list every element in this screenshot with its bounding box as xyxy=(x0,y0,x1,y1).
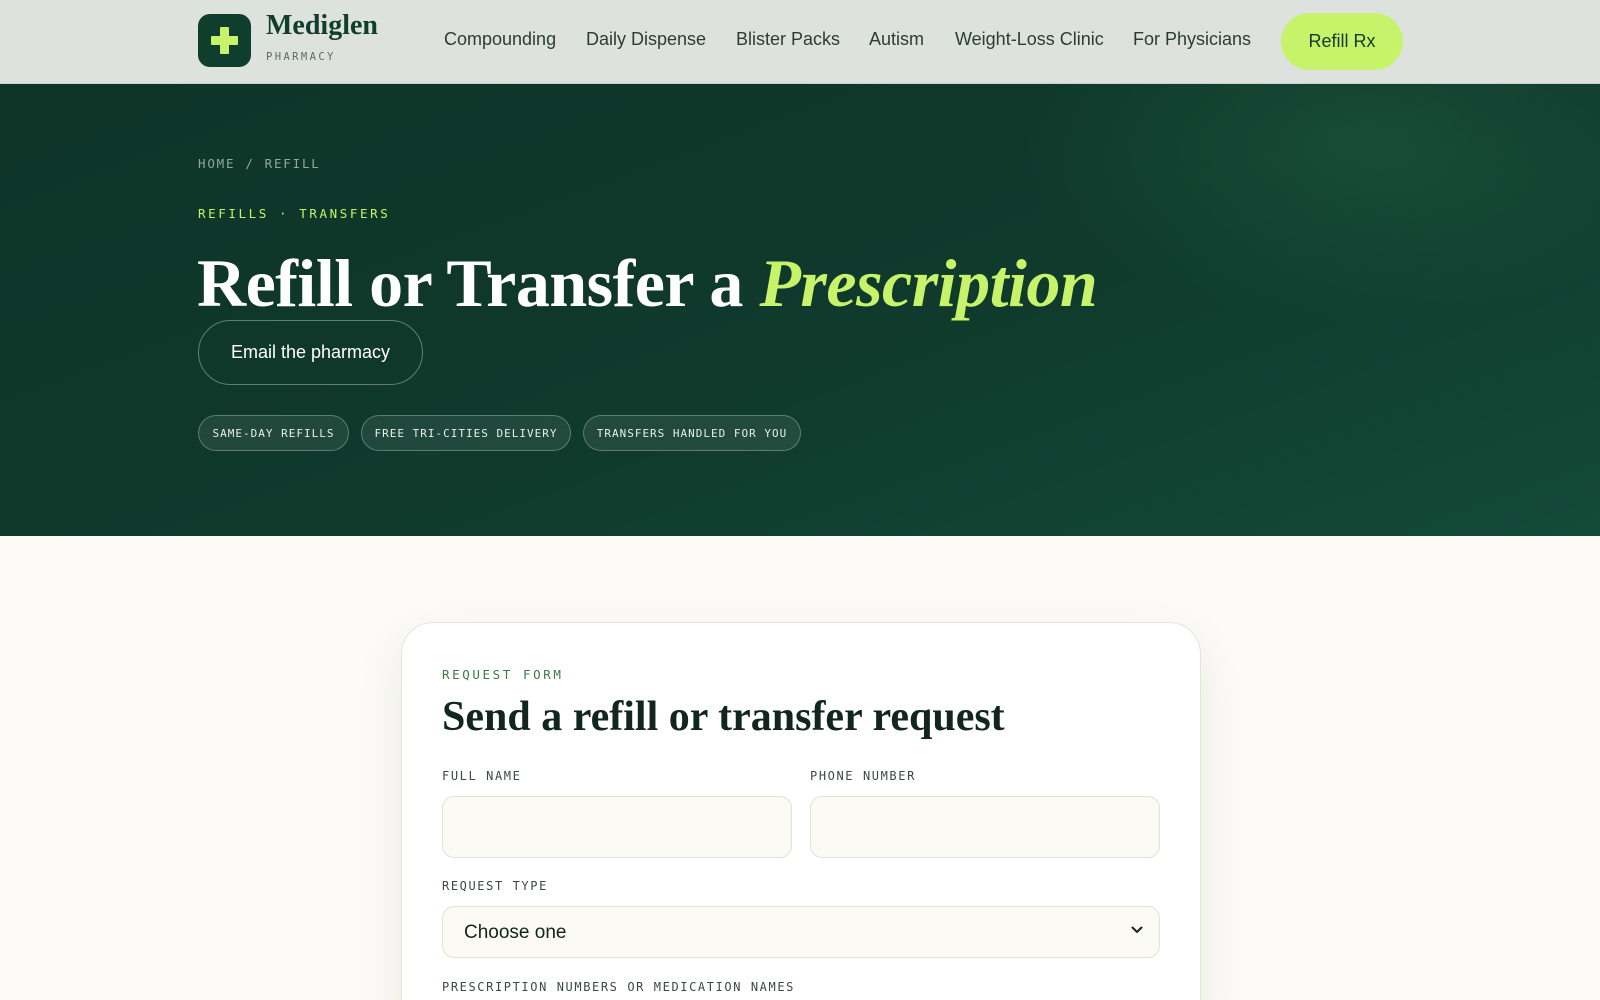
feature-pill-same-day: SAME-DAY REFILLS xyxy=(198,415,349,451)
request-type-label: REQUEST TYPE xyxy=(442,879,548,893)
breadcrumb-current: REFILL xyxy=(264,156,321,171)
feature-pill-transfers: TRANSFERS HANDLED FOR YOU xyxy=(583,415,801,451)
form-title: Send a refill or transfer request xyxy=(442,694,1005,740)
phone-number-input[interactable] xyxy=(810,796,1160,858)
breadcrumb-separator: / xyxy=(245,156,255,171)
refill-rx-button[interactable]: Refill Rx xyxy=(1281,13,1403,70)
nav-item-autism[interactable]: Autism xyxy=(869,29,924,50)
nav-item-weight-loss-clinic[interactable]: Weight-Loss Clinic xyxy=(955,29,1104,50)
page-title: Refill or Transfer a Prescription xyxy=(197,244,1098,323)
page-title-main: Refill or Transfer a xyxy=(197,245,760,321)
hero-eyebrow: REFILLS · TRANSFERS xyxy=(198,206,391,221)
site-header: Mediglen PHARMACY Compounding Daily Disp… xyxy=(0,0,1600,84)
hero-section: HOME / REFILL REFILLS · TRANSFERS Refill o… xyxy=(0,84,1600,536)
logo-cross-icon[interactable] xyxy=(198,14,251,67)
nav-item-compounding[interactable]: Compounding xyxy=(444,29,556,50)
breadcrumb-home[interactable]: HOME xyxy=(198,156,235,171)
logo-cross-horizontal xyxy=(211,36,238,45)
nav-item-daily-dispense[interactable]: Daily Dispense xyxy=(586,29,706,50)
phone-number-label: PHONE NUMBER xyxy=(810,769,916,783)
nav-item-blister-packs[interactable]: Blister Packs xyxy=(736,29,840,50)
email-pharmacy-button[interactable]: Email the pharmacy xyxy=(198,320,423,385)
page-title-accent: Prescription xyxy=(759,245,1098,321)
chevron-down-icon xyxy=(1131,926,1143,933)
hero-glow xyxy=(1020,84,1600,324)
brand-name[interactable]: Mediglen xyxy=(266,10,378,42)
nav-item-for-physicians[interactable]: For Physicians xyxy=(1133,29,1251,50)
full-name-label: FULL NAME xyxy=(442,769,522,783)
request-type-value: Choose one xyxy=(464,922,567,943)
breadcrumb: HOME / REFILL xyxy=(198,156,321,171)
full-name-input[interactable] xyxy=(442,796,792,858)
request-form-card: REQUEST FORM Send a refill or transfer r… xyxy=(401,622,1201,1000)
feature-pill-delivery: FREE TRI-CITIES DELIVERY xyxy=(361,415,571,451)
form-eyebrow: REQUEST FORM xyxy=(442,667,564,682)
request-type-select[interactable]: Choose one xyxy=(442,906,1160,958)
prescriptions-label: PRESCRIPTION NUMBERS OR MEDICATION NAMES xyxy=(442,980,795,994)
brand-subtitle: PHARMACY xyxy=(266,51,336,63)
